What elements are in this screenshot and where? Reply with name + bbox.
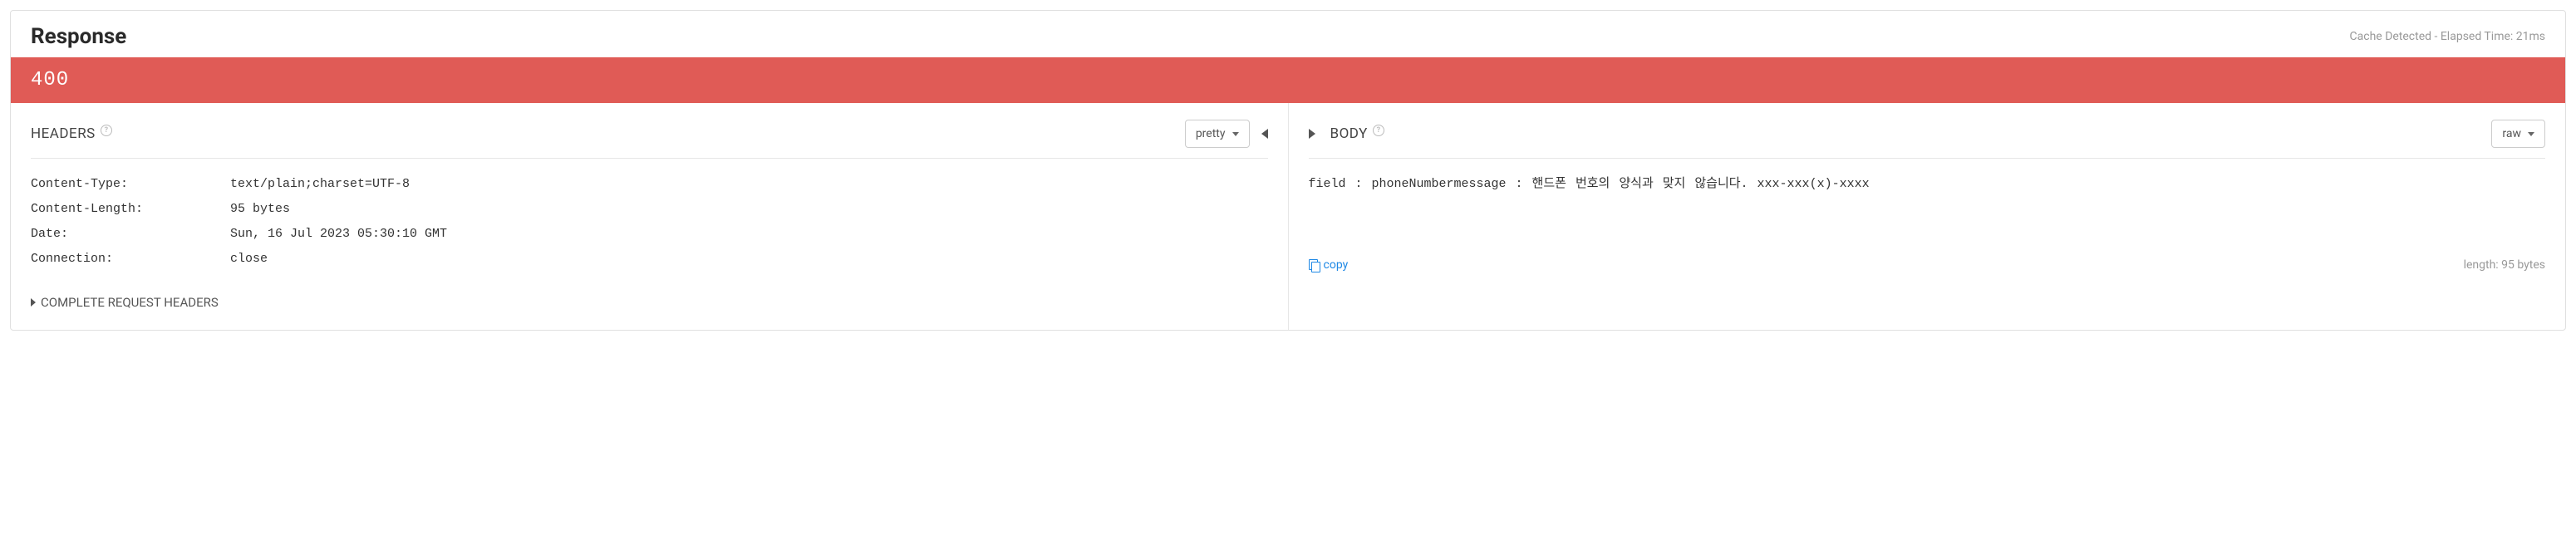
body-section-header: BODY ? raw <box>1309 120 2546 159</box>
headers-title-wrap: HEADERS ? <box>31 125 112 142</box>
headers-format-label: pretty <box>1196 127 1226 140</box>
caret-down-icon <box>2528 132 2534 136</box>
copy-icon <box>1309 259 1319 271</box>
caret-down-icon <box>1232 132 1239 136</box>
body-footer: copy length: 95 bytes <box>1309 258 2546 272</box>
body-format-dropdown[interactable]: raw <box>2491 120 2545 148</box>
response-meta: Cache Detected - Elapsed Time: 21ms <box>2350 30 2545 43</box>
header-value: text/plain;charset=UTF-8 <box>230 172 1268 197</box>
header-value: Sun, 16 Jul 2023 05:30:10 GMT <box>230 222 1268 247</box>
headers-format-dropdown[interactable]: pretty <box>1185 120 1250 148</box>
header-value: close <box>230 247 1268 272</box>
headers-controls: pretty <box>1185 120 1268 148</box>
status-code-bar: 400 <box>11 57 2565 103</box>
expand-icon <box>31 298 36 307</box>
body-controls: raw <box>2491 120 2545 148</box>
expand-right-icon[interactable] <box>1309 129 1315 139</box>
status-code: 400 <box>31 69 69 91</box>
body-column: BODY ? raw field : phoneNumbermessage : … <box>1289 103 2566 330</box>
body-title: BODY <box>1330 125 1368 142</box>
copy-button[interactable]: copy <box>1309 258 1349 272</box>
body-title-wrap: BODY ? <box>1309 125 1384 142</box>
header-key: Content-Length: <box>31 197 230 222</box>
header-key: Connection: <box>31 247 230 272</box>
response-title: Response <box>31 24 126 49</box>
headers-column: HEADERS ? pretty Content-Type: text/plai… <box>11 103 1289 330</box>
body-format-label: raw <box>2502 127 2521 140</box>
headers-list: Content-Type: text/plain;charset=UTF-8 C… <box>31 172 1268 272</box>
response-header: Response Cache Detected - Elapsed Time: … <box>11 11 2565 57</box>
header-key: Content-Type: <box>31 172 230 197</box>
collapse-left-icon[interactable] <box>1261 129 1268 139</box>
header-row: Connection: close <box>31 247 1268 272</box>
header-key: Date: <box>31 222 230 247</box>
header-row: Content-Length: 95 bytes <box>31 197 1268 222</box>
header-value: 95 bytes <box>230 197 1268 222</box>
response-panel: Response Cache Detected - Elapsed Time: … <box>10 10 2566 331</box>
headers-section-header: HEADERS ? pretty <box>31 120 1268 159</box>
headers-title: HEADERS <box>31 125 96 142</box>
complete-request-headers-toggle[interactable]: COMPLETE REQUEST HEADERS <box>31 295 1268 310</box>
body-content: field : phoneNumbermessage : 핸드폰 번호의 양식과… <box>1309 172 2546 238</box>
help-icon[interactable]: ? <box>101 125 112 136</box>
copy-label: copy <box>1324 258 1349 272</box>
help-icon[interactable]: ? <box>1373 125 1384 136</box>
response-content: HEADERS ? pretty Content-Type: text/plai… <box>11 103 2565 330</box>
header-row: Content-Type: text/plain;charset=UTF-8 <box>31 172 1268 197</box>
complete-request-headers-label: COMPLETE REQUEST HEADERS <box>41 295 219 310</box>
header-row: Date: Sun, 16 Jul 2023 05:30:10 GMT <box>31 222 1268 247</box>
body-length: length: 95 bytes <box>2464 258 2545 272</box>
